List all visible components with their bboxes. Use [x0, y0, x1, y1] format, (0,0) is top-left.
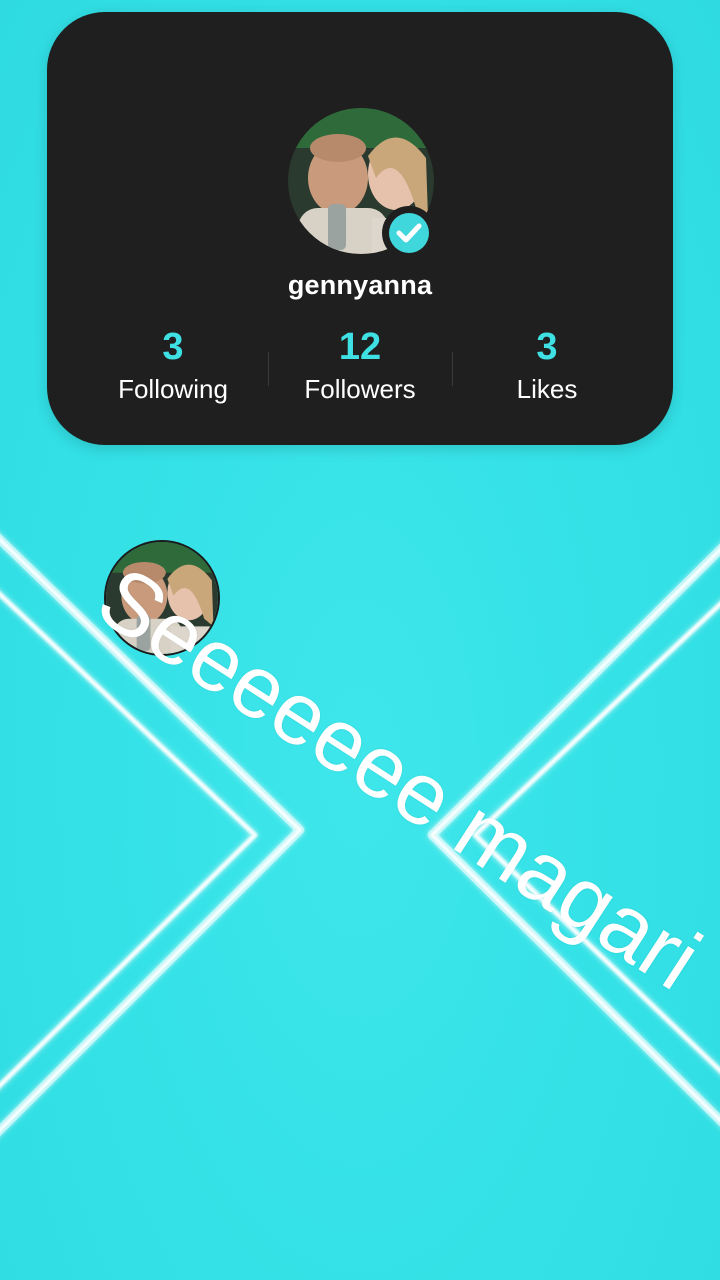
likes-count: 3 — [536, 326, 558, 368]
stat-followers[interactable]: 12 Followers — [260, 325, 460, 405]
following-label: Following — [118, 374, 228, 404]
followers-label: Followers — [304, 374, 416, 404]
profile-avatar-container[interactable] — [288, 108, 436, 260]
followers-count: 12 — [338, 326, 382, 368]
username: gennyanna — [287, 270, 433, 300]
verified-badge — [382, 206, 436, 260]
stat-likes[interactable]: 3 Likes — [447, 325, 647, 405]
verified-check-icon — [389, 213, 429, 253]
following-count: 3 — [162, 326, 184, 368]
stat-following[interactable]: 3 Following — [73, 325, 273, 405]
likes-label: Likes — [516, 374, 578, 404]
